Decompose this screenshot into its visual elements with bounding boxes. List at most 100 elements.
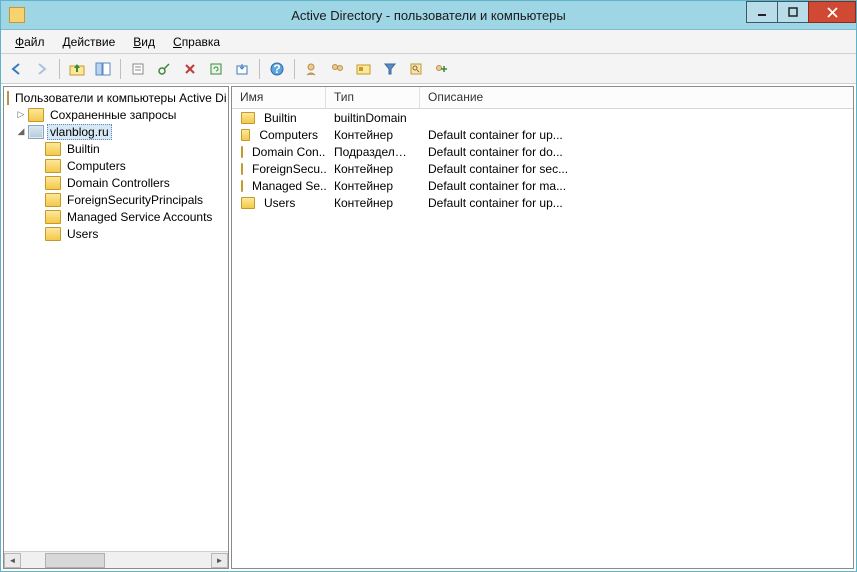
- cut-icon: [131, 62, 145, 76]
- toolbar-add-to-group[interactable]: [431, 58, 453, 80]
- tree-child-label: Managed Service Accounts: [64, 210, 215, 224]
- list-row[interactable]: Domain Con...ПодразделениеDefault contai…: [232, 143, 853, 160]
- folder-icon: [45, 210, 61, 224]
- new-ou-icon: [356, 62, 372, 76]
- new-user-icon: [305, 62, 319, 76]
- cell-name: Domain Con...: [232, 145, 326, 159]
- cell-description: Default container for ma...: [420, 179, 853, 193]
- toolbar-properties[interactable]: [153, 58, 175, 80]
- hscroll-thumb[interactable]: [45, 553, 105, 568]
- cell-name: ForeignSecu...: [232, 162, 326, 176]
- tree-child-label: Users: [64, 227, 101, 241]
- expander-collapsed-icon[interactable]: ▷: [15, 109, 27, 121]
- tree-child-label: Computers: [64, 159, 129, 173]
- tree-root[interactable]: Пользователи и компьютеры Active Di: [4, 89, 228, 106]
- folder-icon: [45, 142, 61, 156]
- toolbar-delete[interactable]: [179, 58, 201, 80]
- cell-name: Users: [232, 196, 326, 210]
- folder-icon: [241, 112, 255, 124]
- close-icon: [827, 7, 838, 18]
- menu-view[interactable]: Вид: [125, 32, 163, 52]
- tree-domain[interactable]: ◢ vlanblog.ru: [4, 123, 228, 140]
- minimize-button[interactable]: [746, 1, 778, 23]
- menu-help[interactable]: Справка: [165, 32, 228, 52]
- toolbar-separator: [59, 59, 60, 79]
- domain-icon: [28, 125, 44, 139]
- column-header-description[interactable]: Описание: [420, 87, 853, 108]
- hscroll-left-button[interactable]: ◄: [4, 553, 21, 568]
- tree-child[interactable]: ForeignSecurityPrincipals: [4, 191, 228, 208]
- toolbar-new-ou[interactable]: [353, 58, 375, 80]
- close-button[interactable]: [808, 1, 856, 23]
- list-pane: Имя Тип Описание BuiltinbuiltinDomainCom…: [231, 86, 854, 569]
- help-icon: ?: [270, 62, 284, 76]
- expander-expanded-icon[interactable]: ◢: [15, 126, 27, 138]
- toolbar-find[interactable]: [405, 58, 427, 80]
- tree-child[interactable]: Managed Service Accounts: [4, 208, 228, 225]
- menu-action[interactable]: Действие: [55, 32, 124, 52]
- folder-icon: [45, 159, 61, 173]
- refresh-icon: [209, 62, 223, 76]
- cell-type: Контейнер: [326, 196, 420, 210]
- cell-name: Builtin: [232, 111, 326, 125]
- toolbar-filter[interactable]: [379, 58, 401, 80]
- tree-body: Пользователи и компьютеры Active Di ▷ Со…: [4, 87, 228, 551]
- minimize-icon: [757, 7, 767, 17]
- window-controls: [747, 1, 856, 23]
- toolbar-new-user[interactable]: [301, 58, 323, 80]
- cell-description: Default container for sec...: [420, 162, 853, 176]
- column-header-name[interactable]: Имя: [232, 87, 326, 108]
- folder-icon: [45, 176, 61, 190]
- window-title: Active Directory - пользователи и компью…: [1, 8, 856, 23]
- tree-saved-label: Сохраненные запросы: [47, 108, 179, 122]
- toolbar-help[interactable]: ?: [266, 58, 288, 80]
- toolbar-up-level[interactable]: [66, 58, 88, 80]
- toolbar-nav-back[interactable]: [5, 58, 27, 80]
- menu-file[interactable]: Файл: [7, 32, 53, 52]
- list-row[interactable]: UsersКонтейнерDefault container for up..…: [232, 194, 853, 211]
- maximize-button[interactable]: [777, 1, 809, 23]
- find-icon: [409, 62, 423, 76]
- tree-child[interactable]: Users: [4, 225, 228, 242]
- tree-child[interactable]: Computers: [4, 157, 228, 174]
- cell-description: Default container for up...: [420, 128, 853, 142]
- cell-type: Подразделение: [326, 145, 420, 159]
- delete-icon: [183, 62, 197, 76]
- list-row[interactable]: ForeignSecu...КонтейнерDefault container…: [232, 160, 853, 177]
- tree-hscrollbar[interactable]: ◄ ►: [4, 551, 228, 568]
- svg-text:?: ?: [273, 62, 280, 76]
- toolbar-separator: [294, 59, 295, 79]
- folder-icon: [241, 197, 255, 209]
- tree-child-label: ForeignSecurityPrincipals: [64, 193, 206, 207]
- toolbar-refresh[interactable]: [205, 58, 227, 80]
- folder-icon: [45, 227, 61, 241]
- console-root-icon: [7, 91, 9, 105]
- cell-name-text: Users: [264, 196, 295, 210]
- tree-saved-queries[interactable]: ▷ Сохраненные запросы: [4, 106, 228, 123]
- folder-icon: [28, 108, 44, 122]
- list-row[interactable]: BuiltinbuiltinDomain: [232, 109, 853, 126]
- column-header-type[interactable]: Тип: [326, 87, 420, 108]
- toolbar-nav-forward[interactable]: [31, 58, 53, 80]
- tree-child[interactable]: Builtin: [4, 140, 228, 157]
- folder-icon: [45, 193, 61, 207]
- folder-icon: [241, 180, 243, 192]
- hscroll-right-button[interactable]: ►: [211, 553, 228, 568]
- tree-child[interactable]: Domain Controllers: [4, 174, 228, 191]
- toolbar-export[interactable]: [231, 58, 253, 80]
- tree-child-label: Domain Controllers: [64, 176, 173, 190]
- toolbar-cut[interactable]: [127, 58, 149, 80]
- list-row[interactable]: Managed Se...КонтейнерDefault container …: [232, 177, 853, 194]
- list-row[interactable]: ComputersКонтейнерDefault container for …: [232, 126, 853, 143]
- app-window: Active Directory - пользователи и компью…: [0, 0, 857, 572]
- add-to-group-icon: [434, 62, 450, 76]
- cell-name: Computers: [232, 128, 326, 142]
- folder-icon: [241, 146, 243, 158]
- toolbar-show-hide-tree[interactable]: [92, 58, 114, 80]
- cell-name-text: Managed Se...: [252, 179, 326, 193]
- toolbar-separator: [120, 59, 121, 79]
- menubar: Файл Действие Вид Справка: [1, 30, 856, 54]
- cell-name-text: ForeignSecu...: [252, 162, 326, 176]
- toolbar: ?: [1, 54, 856, 84]
- toolbar-new-group[interactable]: [327, 58, 349, 80]
